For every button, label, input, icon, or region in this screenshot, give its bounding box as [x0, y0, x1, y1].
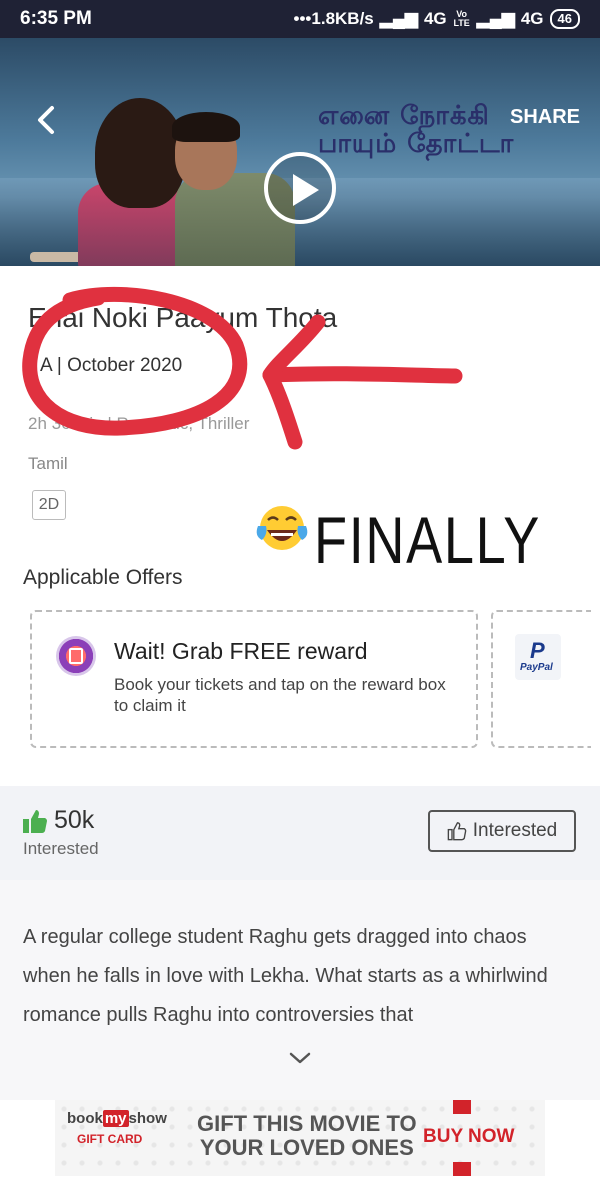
battery-icon: 46 [549, 9, 580, 29]
ribbon-icon [453, 1100, 471, 1114]
share-button[interactable]: SHARE [510, 106, 580, 129]
format-badge: 2D [32, 490, 66, 520]
poster-title-line: பாயும் தோட்டா [318, 129, 515, 159]
poster-figure [95, 98, 185, 208]
interested-button-label: Interested [472, 820, 558, 841]
signal-icon-2: ▂▄▆ [476, 9, 515, 28]
offer-card[interactable]: P PayPal [491, 610, 591, 748]
signal-label-2: 4G [520, 9, 544, 28]
annotation-text: FINALLY [314, 503, 542, 577]
poster-figure [172, 112, 240, 142]
movie-duration-genres: 2h 36 min | Romantic, Thriller [28, 414, 250, 433]
movie-certificate-release: A | October 2020 [40, 355, 183, 376]
banner-line: YOUR LOVED ONES [199, 1135, 414, 1160]
buy-now-button[interactable]: BUY NOW [423, 1126, 514, 1148]
ribbon-icon [453, 1162, 471, 1176]
play-trailer-button[interactable] [264, 152, 336, 224]
bookmyshow-logo: book my show [67, 1110, 167, 1127]
movie-title: Enai Noki Paayum Thota [28, 302, 338, 333]
offers-heading: Applicable Offers [23, 566, 183, 589]
offer-card[interactable]: Wait! Grab FREE reward Book your tickets… [30, 610, 478, 748]
thumbs-up-outline-icon [447, 822, 467, 841]
signal-label-1: 4G [423, 9, 447, 28]
chevron-left-icon [38, 106, 54, 134]
annotation-arrow-head [262, 314, 326, 450]
movie-language: Tamil [28, 454, 68, 473]
banner-line: GIFT THIS MOVIE TO [197, 1111, 417, 1136]
back-button[interactable] [30, 102, 66, 138]
status-time: 6:35 PM [20, 8, 92, 29]
network-speed: •••1.8KB/s [293, 9, 374, 28]
synopsis-section: A regular college student Raghu gets dra… [0, 880, 600, 1100]
status-bar: 6:35 PM •••1.8KB/s ▂▄▆ 4G Vo LTE ▂▄▆ 4G … [0, 0, 600, 38]
logo-part: book [67, 1110, 103, 1127]
banner-headline: GIFT THIS MOVIE TO YOUR LOVED ONES [197, 1112, 417, 1160]
chevron-down-icon[interactable] [288, 1050, 312, 1066]
tears-of-joy-emoji [256, 506, 308, 550]
annotation-arrow-shaft [262, 366, 463, 384]
offer-title: Wait! Grab FREE reward [114, 638, 368, 664]
volte-label: Vo LTE [453, 9, 470, 28]
interest-count: 50k [54, 806, 95, 834]
interest-section: 50k Interested Interested [0, 786, 600, 880]
status-indicators: •••1.8KB/s ▂▄▆ 4G Vo LTE ▂▄▆ 4G 46 [294, 9, 580, 29]
offer-description: Book your tickets and tap on the reward … [114, 675, 446, 715]
gift-reward-icon [56, 636, 96, 676]
thumbs-up-icon [23, 810, 47, 833]
paypal-logo-text: PayPal [520, 662, 553, 673]
synopsis-text: A regular college student Raghu gets dra… [23, 926, 548, 1026]
signal-icon: ▂▄▆ [379, 9, 418, 28]
interest-label: Interested [23, 839, 99, 858]
gift-card-banner[interactable]: book my show GIFT CARD GIFT THIS MOVIE TO … [55, 1100, 545, 1176]
play-icon [293, 174, 319, 206]
giftcard-label: GIFT CARD [77, 1132, 143, 1146]
poster-title-line: எனை நோக்கி [318, 101, 490, 131]
logo-part: my [102, 1110, 129, 1127]
gift-icon [69, 648, 83, 664]
logo-part: show [128, 1110, 167, 1127]
poster-title: எனை நோக்கி பாயும் தோட்டா [318, 102, 514, 158]
movie-poster[interactable]: எனை நோக்கி பாயும் தோட்டா SHARE [0, 38, 600, 266]
paypal-logo-mark: P [530, 638, 545, 663]
paypal-logo: P PayPal [515, 634, 561, 680]
interested-button[interactable]: Interested [428, 810, 576, 852]
